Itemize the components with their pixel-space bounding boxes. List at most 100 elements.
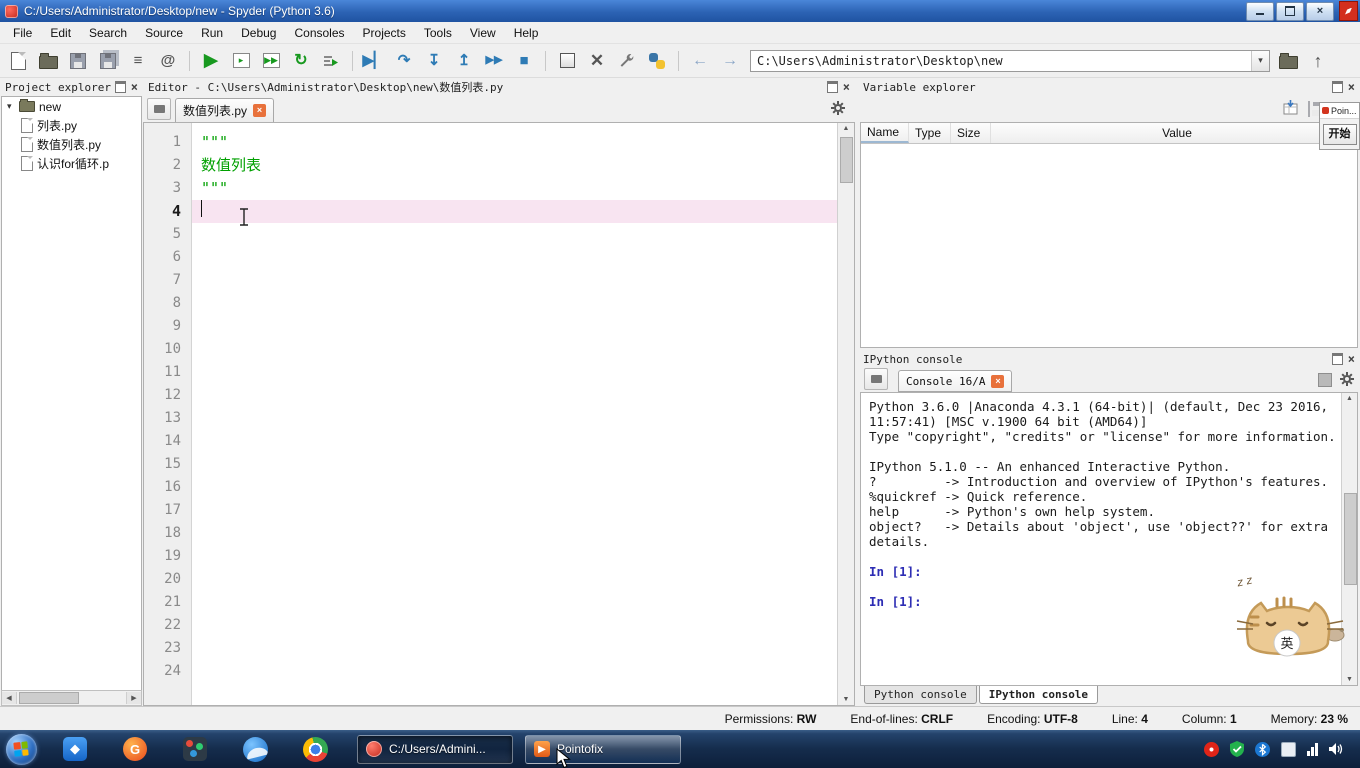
- run-cell-button[interactable]: ▸: [229, 48, 253, 74]
- editor-options-button[interactable]: [831, 101, 845, 118]
- close-icon[interactable]: ×: [843, 81, 850, 93]
- step-over-button[interactable]: ↷: [392, 48, 416, 74]
- project-horizontal-scrollbar[interactable]: ◀ ▶: [1, 690, 142, 706]
- menu-item[interactable]: File: [4, 24, 41, 42]
- browse-directory-button[interactable]: [1276, 48, 1300, 74]
- code-area[interactable]: """数值列表""": [192, 123, 837, 705]
- antivirus-shield-icon[interactable]: [1230, 741, 1244, 757]
- project-file-row[interactable]: 数值列表.py: [2, 135, 141, 154]
- editor-tab[interactable]: 数值列表.py ×: [175, 98, 274, 122]
- quicklaunch-g-app[interactable]: G: [122, 736, 148, 762]
- quicklaunch-media-app[interactable]: [182, 736, 208, 762]
- scroll-down-icon[interactable]: ▼: [1342, 676, 1357, 683]
- undock-icon[interactable]: [827, 81, 838, 93]
- variable-table[interactable]: Name Type Size Value: [860, 122, 1358, 348]
- column-header-type[interactable]: Type: [909, 123, 951, 143]
- scrollbar-thumb[interactable]: [840, 137, 853, 183]
- menu-item[interactable]: Edit: [41, 24, 80, 42]
- close-pane-button[interactable]: ✕: [585, 48, 609, 74]
- save-data-button[interactable]: [1308, 102, 1310, 116]
- close-icon[interactable]: ×: [1348, 81, 1355, 93]
- close-icon[interactable]: ×: [131, 81, 138, 93]
- open-file-button[interactable]: [36, 48, 60, 74]
- menu-item[interactable]: Debug: [232, 24, 285, 42]
- column-header-name[interactable]: Name: [861, 123, 909, 143]
- maximize-pane-button[interactable]: [555, 48, 579, 74]
- forward-button[interactable]: →: [718, 48, 742, 74]
- quicklaunch-browser[interactable]: [242, 736, 268, 762]
- undock-icon[interactable]: [1332, 81, 1343, 93]
- run-file-button[interactable]: ▶: [199, 48, 223, 74]
- undock-icon[interactable]: [1332, 353, 1343, 365]
- scroll-down-icon[interactable]: ▼: [838, 696, 854, 703]
- console-switch-tab[interactable]: Python console: [864, 686, 977, 704]
- quicklaunch-chrome[interactable]: [302, 736, 328, 762]
- undock-icon[interactable]: [115, 81, 126, 93]
- maximize-button[interactable]: [1276, 2, 1304, 21]
- scrollbar-thumb[interactable]: [1344, 493, 1357, 585]
- stop-debug-button[interactable]: ■: [512, 48, 536, 74]
- tab-close-button[interactable]: ×: [253, 104, 266, 117]
- pointofix-start-button[interactable]: 开始: [1323, 124, 1357, 145]
- project-file-row[interactable]: 列表.py: [2, 116, 141, 135]
- run-cell-advance-button[interactable]: ▶▶: [259, 48, 283, 74]
- preferences-button[interactable]: [615, 48, 639, 74]
- new-file-button[interactable]: [6, 48, 30, 74]
- menu-item[interactable]: Run: [192, 24, 232, 42]
- console-switch-tab[interactable]: IPython console: [979, 686, 1098, 704]
- column-header-value[interactable]: Value: [991, 123, 1357, 143]
- continue-button[interactable]: ▶▶: [482, 48, 506, 74]
- pointofix-titlebar[interactable]: Poin...: [1320, 103, 1359, 119]
- interrupt-kernel-icon[interactable]: [1318, 373, 1332, 387]
- column-header-size[interactable]: Size: [951, 123, 991, 143]
- start-button[interactable]: [6, 734, 37, 765]
- step-out-button[interactable]: ↥: [452, 48, 476, 74]
- rerun-cell-button[interactable]: ↻: [289, 48, 313, 74]
- back-button[interactable]: ←: [688, 48, 712, 74]
- project-file-row[interactable]: 认识for循环.p: [2, 154, 141, 173]
- minimize-button[interactable]: [1246, 2, 1274, 21]
- menu-item[interactable]: Search: [80, 24, 136, 42]
- recorder-tray-icon[interactable]: [1204, 742, 1219, 757]
- taskbar-button-pointofix[interactable]: ▶ Pointofix: [525, 735, 681, 764]
- save-all-button[interactable]: [96, 48, 120, 74]
- menu-item[interactable]: View: [461, 24, 505, 42]
- taskbar-button-spyder[interactable]: C:/Users/Admini...: [357, 735, 513, 764]
- tree-collapse-icon[interactable]: ▾: [7, 101, 15, 112]
- bluetooth-icon[interactable]: [1255, 742, 1270, 757]
- run-selection-button[interactable]: [319, 48, 343, 74]
- menu-item[interactable]: Source: [136, 24, 192, 42]
- debug-file-button[interactable]: ▶▏: [362, 48, 386, 74]
- console-tab[interactable]: Console 16/A ×: [898, 370, 1012, 392]
- menu-item[interactable]: Consoles: [285, 24, 353, 42]
- working-directory-combo[interactable]: C:\Users\Administrator\Desktop\new ▾: [750, 50, 1270, 72]
- console-vertical-scrollbar[interactable]: ▲ ▼: [1341, 393, 1357, 685]
- pythonpath-button[interactable]: [645, 48, 669, 74]
- editor-vertical-scrollbar[interactable]: ▲ ▼: [837, 123, 854, 705]
- close-icon[interactable]: ×: [1348, 353, 1355, 365]
- quicklaunch-blue-app[interactable]: ◆: [62, 736, 88, 762]
- network-icon[interactable]: [1307, 743, 1318, 756]
- scroll-up-icon[interactable]: ▲: [838, 125, 854, 132]
- save-button[interactable]: [66, 48, 90, 74]
- volume-icon[interactable]: [1329, 742, 1344, 756]
- combo-dropdown-button[interactable]: ▾: [1251, 51, 1269, 71]
- menu-item[interactable]: Tools: [415, 24, 461, 42]
- menu-item[interactable]: Help: [505, 24, 548, 42]
- browse-tabs-button[interactable]: [147, 98, 171, 120]
- menu-item[interactable]: Projects: [354, 24, 415, 42]
- pointofix-indicator[interactable]: [1339, 1, 1358, 21]
- scroll-left-icon[interactable]: ◀: [2, 692, 17, 704]
- ime-tray-icon[interactable]: [1281, 742, 1296, 757]
- project-root-row[interactable]: ▾ new: [2, 97, 141, 116]
- tab-close-button[interactable]: ×: [991, 375, 1004, 388]
- scrollbar-thumb[interactable]: [19, 692, 79, 704]
- console-options-button[interactable]: [1340, 372, 1354, 389]
- find-symbols-button[interactable]: @: [156, 48, 180, 74]
- import-data-button[interactable]: [1283, 100, 1298, 118]
- scroll-up-icon[interactable]: ▲: [1342, 395, 1357, 402]
- step-into-button[interactable]: ↧: [422, 48, 446, 74]
- scroll-right-icon[interactable]: ▶: [126, 692, 141, 704]
- close-button[interactable]: ×: [1306, 2, 1334, 21]
- parent-directory-button[interactable]: ↑: [1306, 48, 1330, 74]
